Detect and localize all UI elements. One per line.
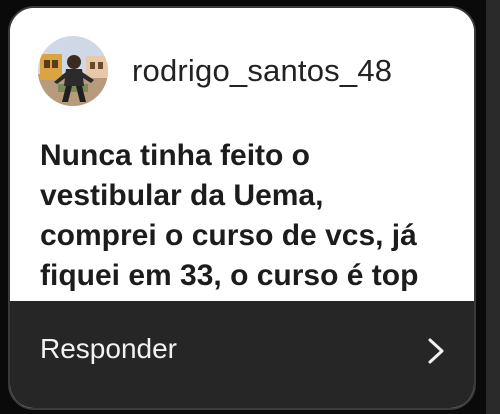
card-content: rodrigo_santos_48 Nunca tinha feito o ve… [10, 8, 474, 303]
reply-button[interactable]: Responder [10, 301, 474, 408]
reply-label: Responder [40, 333, 177, 364]
screen: rodrigo_santos_48 Nunca tinha feito o ve… [0, 0, 500, 414]
username[interactable]: rodrigo_santos_48 [132, 53, 392, 89]
profile-photo-icon [38, 36, 108, 106]
message-text: Nunca tinha feito o vestibular da Uema, … [40, 139, 419, 292]
chevron-right-icon [428, 338, 444, 364]
background-strip [486, 0, 500, 414]
avatar[interactable] [38, 36, 108, 106]
story-reply-card: rodrigo_santos_48 Nunca tinha feito o ve… [8, 6, 476, 410]
